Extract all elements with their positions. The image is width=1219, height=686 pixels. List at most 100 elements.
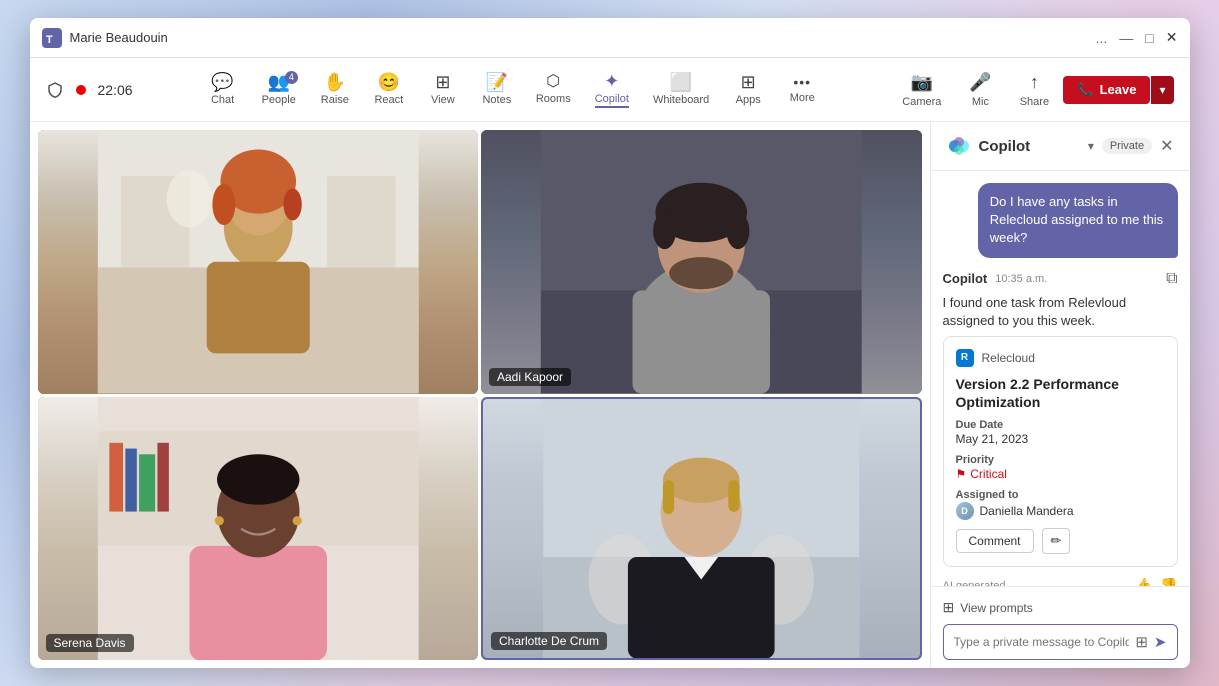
view-button[interactable]: ⊞ View bbox=[418, 69, 468, 110]
toolbar-center: 💬 Chat 👥 4 People ✋ Raise 😊 React ⊞ View bbox=[133, 68, 893, 112]
mic-icon: 🎤 bbox=[969, 72, 991, 93]
main-content: Aadi Kapoor bbox=[30, 122, 1190, 668]
recording-indicator bbox=[76, 85, 86, 95]
leave-label: Leave bbox=[1100, 82, 1137, 97]
whiteboard-icon: ⬜ bbox=[670, 73, 692, 91]
call-timer: 22:06 bbox=[98, 82, 133, 98]
teams-logo-icon: T bbox=[42, 28, 62, 48]
assigned-label: Assigned to bbox=[956, 489, 1165, 501]
close-button[interactable]: ✕ bbox=[1166, 29, 1178, 46]
due-date-label: Due Date bbox=[956, 419, 1165, 431]
thumbdown-button[interactable]: 👎 bbox=[1160, 577, 1177, 586]
leave-dropdown-button[interactable]: ▾ bbox=[1151, 76, 1173, 104]
people-button[interactable]: 👥 4 People bbox=[252, 69, 306, 110]
whiteboard-button[interactable]: ⬜ Whiteboard bbox=[643, 69, 719, 110]
copilot-messages: Do I have any tasks in Relecloud assigne… bbox=[931, 171, 1190, 586]
person-silhouette-4 bbox=[483, 399, 920, 659]
more-options-button[interactable]: ... bbox=[1096, 30, 1108, 46]
thumbup-button[interactable]: 👍 bbox=[1135, 577, 1152, 586]
tile4-label: Charlotte De Crum bbox=[491, 632, 607, 650]
video-tile-4: Charlotte De Crum bbox=[481, 397, 922, 661]
rooms-button[interactable]: ⬡ Rooms bbox=[526, 70, 581, 109]
camera-label: Camera bbox=[902, 96, 941, 108]
title-bar: T Marie Beaudouin ... — □ ✕ bbox=[30, 18, 1190, 58]
view-prompts-button[interactable]: ⊞ View prompts bbox=[943, 595, 1178, 624]
chat-button[interactable]: 💬 Chat bbox=[198, 69, 248, 110]
copilot-bot-name: Copilot bbox=[943, 271, 988, 286]
apps-icon: ⊞ bbox=[741, 73, 756, 91]
copilot-close-button[interactable]: ✕ bbox=[1160, 136, 1173, 156]
maximize-button[interactable]: □ bbox=[1145, 30, 1153, 46]
chat-icon: 💬 bbox=[211, 73, 233, 91]
react-icon: 😊 bbox=[378, 73, 400, 91]
task-source: Relecloud bbox=[982, 351, 1035, 365]
minimize-button[interactable]: — bbox=[1119, 30, 1133, 46]
assigned-value: D Daniella Mandera bbox=[956, 502, 1165, 520]
copilot-button[interactable]: ✦ Copilot bbox=[585, 68, 639, 112]
task-actions: Comment ✏ bbox=[956, 528, 1165, 554]
task-title: Version 2.2 Performance Optimization bbox=[956, 375, 1165, 411]
video-area: Aadi Kapoor bbox=[30, 122, 930, 668]
chat-label: Chat bbox=[211, 94, 234, 106]
copilot-message: Copilot 10:35 a.m. ⧉ I found one task fr… bbox=[943, 270, 1178, 586]
notes-button[interactable]: 📝 Notes bbox=[472, 69, 522, 110]
copilot-icon: ✦ bbox=[604, 72, 619, 90]
priority-value: ⚑ Critical bbox=[956, 467, 1165, 481]
shield-icon bbox=[46, 81, 64, 99]
prompts-icon: ⊞ bbox=[943, 599, 955, 616]
camera-button[interactable]: 📷 Camera bbox=[892, 68, 951, 112]
copilot-footer: ⊞ View prompts ⊞ ➤ bbox=[931, 586, 1190, 668]
task-card: R Relecloud Version 2.2 Performance Opti… bbox=[943, 336, 1178, 567]
raise-button[interactable]: ✋ Raise bbox=[310, 69, 360, 110]
notes-label: Notes bbox=[482, 94, 511, 106]
react-button[interactable]: 😊 React bbox=[364, 69, 414, 110]
share-icon: ↑ bbox=[1030, 72, 1039, 93]
phone-icon: 📞 bbox=[1077, 82, 1093, 98]
raise-label: Raise bbox=[321, 94, 349, 106]
window-title: Marie Beaudouin bbox=[70, 30, 1096, 45]
view-icon: ⊞ bbox=[435, 73, 450, 91]
notes-icon: 📝 bbox=[486, 73, 508, 91]
camera-icon: 📷 bbox=[911, 72, 933, 93]
comment-button[interactable]: Comment bbox=[956, 529, 1034, 553]
send-button[interactable]: ➤ bbox=[1154, 633, 1167, 651]
priority-label: Priority bbox=[956, 454, 1165, 466]
copy-icon[interactable]: ⧉ bbox=[1166, 270, 1177, 288]
critical-icon: ⚑ bbox=[956, 467, 967, 481]
user-message: Do I have any tasks in Relecloud assigne… bbox=[978, 183, 1178, 258]
more-label: More bbox=[790, 92, 815, 104]
video-tile-1 bbox=[38, 130, 479, 394]
rooms-icon: ⬡ bbox=[546, 74, 560, 90]
message-input[interactable] bbox=[954, 635, 1130, 649]
more-button[interactable]: ••• More bbox=[777, 71, 827, 108]
toolbar-left: 22:06 bbox=[46, 81, 133, 99]
mic-button[interactable]: 🎤 Mic bbox=[955, 68, 1005, 112]
assignee-avatar: D bbox=[956, 502, 974, 520]
whiteboard-label: Whiteboard bbox=[653, 94, 709, 106]
share-button[interactable]: ↑ Share bbox=[1009, 68, 1059, 112]
apps-button[interactable]: ⊞ Apps bbox=[723, 69, 773, 110]
svg-text:T: T bbox=[46, 34, 53, 46]
copilot-label: Copilot bbox=[595, 93, 629, 108]
view-label: View bbox=[431, 94, 455, 106]
toolbar-right: 📷 Camera 🎤 Mic ↑ Share 📞 Leave ▾ bbox=[892, 68, 1173, 112]
ai-generated-row: AI generated 👍 👎 bbox=[943, 573, 1178, 586]
copilot-msg-header: Copilot 10:35 a.m. ⧉ bbox=[943, 270, 1178, 288]
people-badge: 4 bbox=[285, 71, 298, 84]
copilot-header: Copilot ▾ Private ✕ bbox=[931, 122, 1190, 171]
copilot-msg-text: I found one task from Relevloud assigned… bbox=[943, 294, 1178, 330]
share-label: Share bbox=[1020, 96, 1049, 108]
leave-button[interactable]: 📞 Leave bbox=[1063, 76, 1150, 104]
edit-button[interactable]: ✏ bbox=[1042, 528, 1071, 554]
table-icon[interactable]: ⊞ bbox=[1135, 633, 1148, 651]
copilot-title: Copilot bbox=[979, 138, 1080, 155]
people-label: People bbox=[262, 94, 296, 106]
person-silhouette-2 bbox=[481, 130, 922, 394]
person-silhouette-1 bbox=[38, 130, 479, 394]
more-icon: ••• bbox=[793, 75, 811, 89]
tile3-label: Serena Davis bbox=[46, 634, 134, 652]
assignee-name: Daniella Mandera bbox=[980, 504, 1074, 518]
view-prompts-label: View prompts bbox=[960, 601, 1032, 615]
copilot-dropdown-icon[interactable]: ▾ bbox=[1088, 139, 1094, 153]
leave-group: 📞 Leave ▾ bbox=[1063, 76, 1173, 104]
